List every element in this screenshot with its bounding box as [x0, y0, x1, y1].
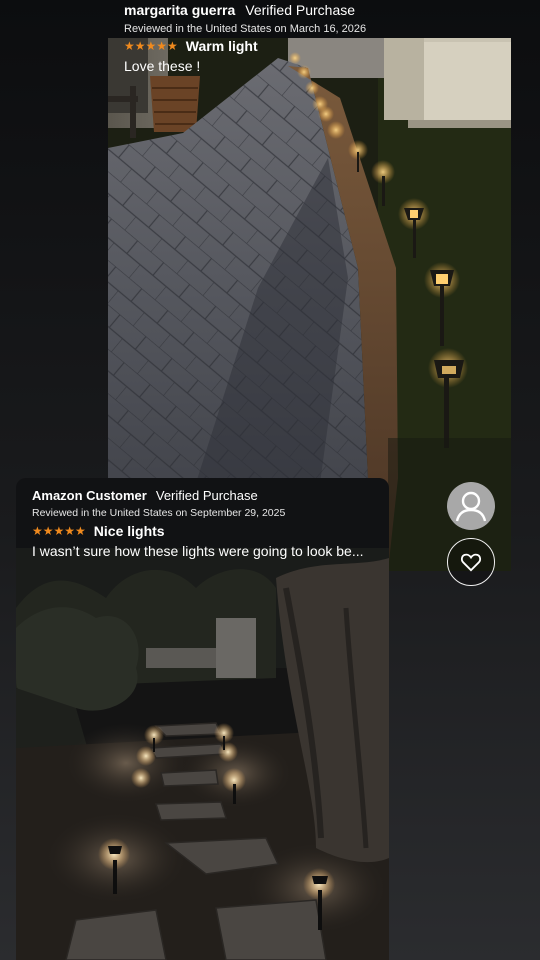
- reviewer-name[interactable]: Amazon Customer: [32, 488, 147, 503]
- review-card[interactable]: Amazon Customer Verified Purchase Review…: [16, 478, 389, 960]
- reviewer-name[interactable]: margarita guerra: [124, 2, 235, 18]
- like-button[interactable]: [447, 538, 495, 586]
- star-rating: ★★★★★: [124, 39, 178, 53]
- star-rating: ★★★★★: [32, 524, 86, 538]
- review-date: Reviewed in the United States on Septemb…: [32, 507, 286, 519]
- review-title: Nice lights: [93, 523, 165, 539]
- review-header: margarita guerra Verified Purchase Revie…: [124, 0, 524, 74]
- user-avatar-icon: [455, 491, 487, 522]
- verified-purchase-badge: Verified Purchase: [155, 488, 258, 503]
- heart-outline-icon: [460, 553, 482, 572]
- review-body[interactable]: I wasn’t sure how these lights were goin…: [32, 543, 382, 559]
- review-body[interactable]: Love these !: [124, 58, 524, 74]
- verified-purchase-badge: Verified Purchase: [245, 2, 356, 18]
- review-photo-garden-path[interactable]: [16, 548, 389, 960]
- review-header: Amazon Customer Verified Purchase Review…: [32, 478, 382, 559]
- review-title: Warm light: [185, 38, 258, 54]
- reviewer-avatar[interactable]: [447, 482, 495, 530]
- review-date: Reviewed in the United States on March 1…: [124, 23, 367, 35]
